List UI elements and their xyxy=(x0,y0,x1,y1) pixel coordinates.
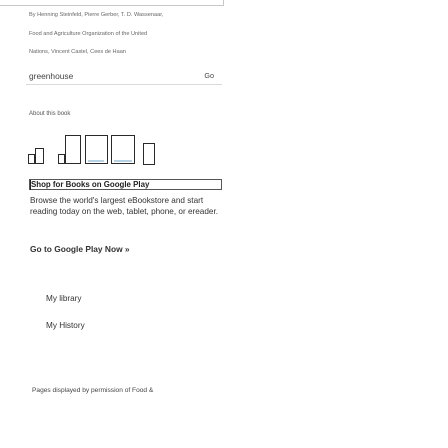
book-cover-edge xyxy=(0,0,224,6)
my-library-link[interactable]: My library xyxy=(46,294,81,303)
my-history-link[interactable]: My History xyxy=(46,321,85,330)
about-this-book-link[interactable]: About this book xyxy=(29,111,70,117)
book-authors-line: By Henning Steinfeld, Pierre Gerber, T. … xyxy=(29,12,164,18)
permission-footer-note: Pages displayed by permission of Food & xyxy=(32,387,154,394)
search-go-button[interactable]: Go xyxy=(204,71,214,80)
book-publisher-line: Food and Agriculture Organization of the… xyxy=(29,31,148,37)
go-to-google-play-link[interactable]: Go to Google Play Now » xyxy=(30,244,130,254)
books-sidebar-page: By Henning Steinfeld, Pierre Gerber, T. … xyxy=(0,0,448,448)
shop-google-play-link[interactable]: Shop for Books on Google Play xyxy=(29,180,149,190)
browse-ebookstore-text: Browse the world's largest eBookstore an… xyxy=(30,196,218,216)
shop-google-play-bar[interactable]: Shop for Books on Google Play xyxy=(29,179,222,190)
search-in-book-bar: Go xyxy=(26,69,222,85)
book-more-authors-line: Nations, Vincent Castel, Cees de Haan xyxy=(29,49,126,55)
google-books-logo[interactable] xyxy=(28,133,238,167)
search-in-book-input[interactable] xyxy=(29,69,179,83)
google-books-logo-glyphs-icon xyxy=(28,135,155,165)
